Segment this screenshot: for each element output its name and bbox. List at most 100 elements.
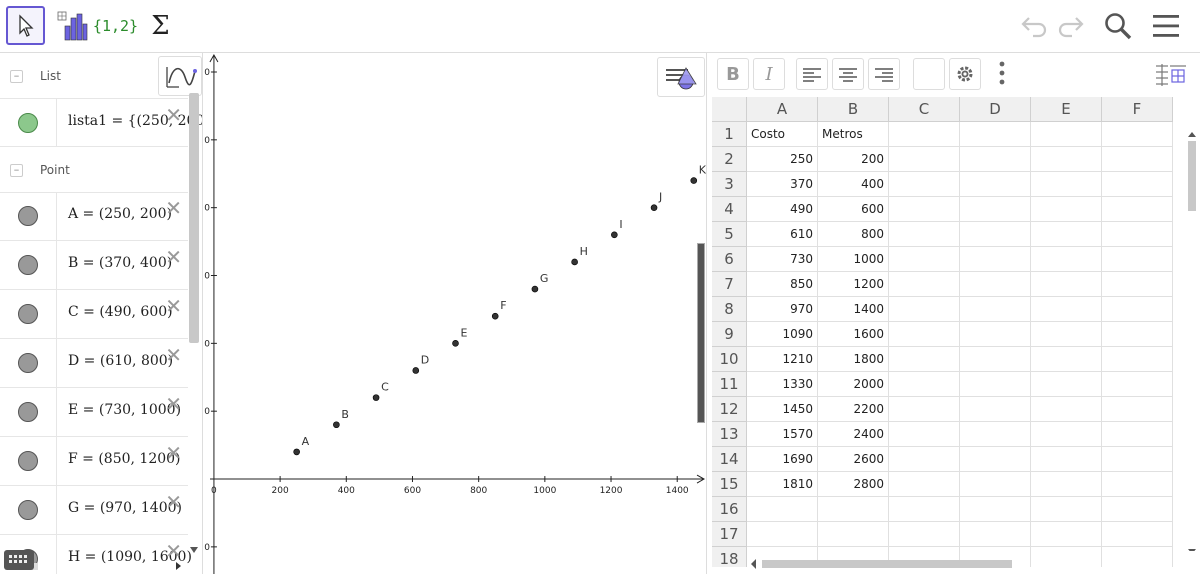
scatter-plot[interactable]: 0 200 400 600 800 1000 1200 1400 -500 500 1000 1500… [204,53,707,574]
cell-A2[interactable]: 250 [747,147,818,172]
row-header-1[interactable]: 1 [712,122,747,147]
cell-F8[interactable] [1102,297,1173,322]
cell-A11[interactable]: 1330 [747,372,818,397]
cell-C17[interactable] [889,522,960,547]
cell-E16[interactable] [1031,497,1102,522]
delete-icon[interactable]: ✕ [165,490,182,514]
row-header-11[interactable]: 11 [712,372,747,397]
cell-E4[interactable] [1031,197,1102,222]
cell-B10[interactable]: 1800 [818,347,889,372]
cell-B16[interactable] [818,497,889,522]
cell-E2[interactable] [1031,147,1102,172]
row-header-18[interactable]: 18 [712,547,747,567]
cell-A12[interactable]: 1450 [747,397,818,422]
row-header-13[interactable]: 13 [712,422,747,447]
cell-C10[interactable] [889,347,960,372]
cell-A6[interactable]: 730 [747,247,818,272]
algebra-item-G[interactable]: G = (970, 1400) ✕ [0,486,188,535]
cell-F13[interactable] [1102,422,1173,447]
row-header-5[interactable]: 5 [712,222,747,247]
italic-button[interactable]: I [753,58,785,90]
cell-D13[interactable] [960,422,1031,447]
sum-tool-button[interactable]: Σ [141,6,180,45]
cell-F12[interactable] [1102,397,1173,422]
algebra-scrollbar[interactable] [189,93,199,343]
cell-C6[interactable] [889,247,960,272]
cell-F15[interactable] [1102,472,1173,497]
column-header-A[interactable]: A [747,97,818,122]
spreadsheet-horizontal-scrollbar[interactable] [748,556,1188,572]
cell-F17[interactable] [1102,522,1173,547]
cell-D12[interactable] [960,397,1031,422]
row-header-4[interactable]: 4 [712,197,747,222]
cell-E10[interactable] [1031,347,1102,372]
cell-E12[interactable] [1031,397,1102,422]
cell-E14[interactable] [1031,447,1102,472]
create-list-tool-button[interactable]: {1,2} [93,6,138,45]
cell-C9[interactable] [889,322,960,347]
cell-B5[interactable]: 800 [818,222,889,247]
cell-D11[interactable] [960,372,1031,397]
cell-D10[interactable] [960,347,1031,372]
column-header-C[interactable]: C [889,97,960,122]
cell-B11[interactable]: 2000 [818,372,889,397]
algebra-item-C[interactable]: C = (490, 600) ✕ [0,290,188,339]
cell-F6[interactable] [1102,247,1173,272]
cell-C4[interactable] [889,197,960,222]
cell-C3[interactable] [889,172,960,197]
cell-D15[interactable] [960,472,1031,497]
cell-C16[interactable] [889,497,960,522]
visibility-toggle-icon[interactable] [18,402,38,422]
cell-C2[interactable] [889,147,960,172]
row-header-6[interactable]: 6 [712,247,747,272]
collapse-icon[interactable]: – [10,164,23,177]
cell-B6[interactable]: 1000 [818,247,889,272]
cell-B8[interactable]: 1400 [818,297,889,322]
cell-C14[interactable] [889,447,960,472]
more-options-button[interactable] [998,59,1006,91]
algebra-item-lista1[interactable]: lista1 = {(250, 200), (370, 400)} ✕ [0,99,202,147]
cell-E5[interactable] [1031,222,1102,247]
column-header-B[interactable]: B [818,97,889,122]
cell-D16[interactable] [960,497,1031,522]
cell-E9[interactable] [1031,322,1102,347]
cell-D1[interactable] [960,122,1031,147]
cell-B17[interactable] [818,522,889,547]
background-color-button[interactable] [913,58,945,90]
cell-A13[interactable]: 1570 [747,422,818,447]
cell-B13[interactable]: 2400 [818,422,889,447]
visibility-toggle-icon[interactable] [18,206,38,226]
visibility-toggle-icon[interactable] [18,500,38,520]
cell-F11[interactable] [1102,372,1173,397]
visibility-toggle-icon[interactable] [18,113,38,133]
row-header-17[interactable]: 17 [712,522,747,547]
cell-E8[interactable] [1031,297,1102,322]
keyboard-button[interactable] [4,550,34,570]
cell-F14[interactable] [1102,447,1173,472]
cell-B4[interactable]: 600 [818,197,889,222]
cell-E17[interactable] [1031,522,1102,547]
algebra-item-F[interactable]: F = (850, 1200) ✕ [0,437,188,486]
cell-E6[interactable] [1031,247,1102,272]
algebra-expression[interactable]: D = (610, 800) [68,353,173,369]
cell-A5[interactable]: 610 [747,222,818,247]
cell-B14[interactable]: 2600 [818,447,889,472]
cell-B2[interactable]: 200 [818,147,889,172]
cell-C15[interactable] [889,472,960,497]
algebra-item-B[interactable]: B = (370, 400) ✕ [0,241,188,290]
row-header-16[interactable]: 16 [712,497,747,522]
cell-A3[interactable]: 370 [747,172,818,197]
cell-D4[interactable] [960,197,1031,222]
spreadsheet-vertical-scrollbar[interactable] [1186,131,1198,551]
main-menu-button[interactable] [1150,10,1182,42]
cell-D3[interactable] [960,172,1031,197]
cell-B3[interactable]: 400 [818,172,889,197]
cell-F9[interactable] [1102,322,1173,347]
cell-C8[interactable] [889,297,960,322]
cell-A8[interactable]: 970 [747,297,818,322]
column-header-E[interactable]: E [1031,97,1102,122]
algebra-item-E[interactable]: E = (730, 1000) ✕ [0,388,188,437]
align-center-button[interactable] [832,58,864,90]
delete-icon[interactable]: ✕ [165,245,182,269]
cell-A7[interactable]: 850 [747,272,818,297]
